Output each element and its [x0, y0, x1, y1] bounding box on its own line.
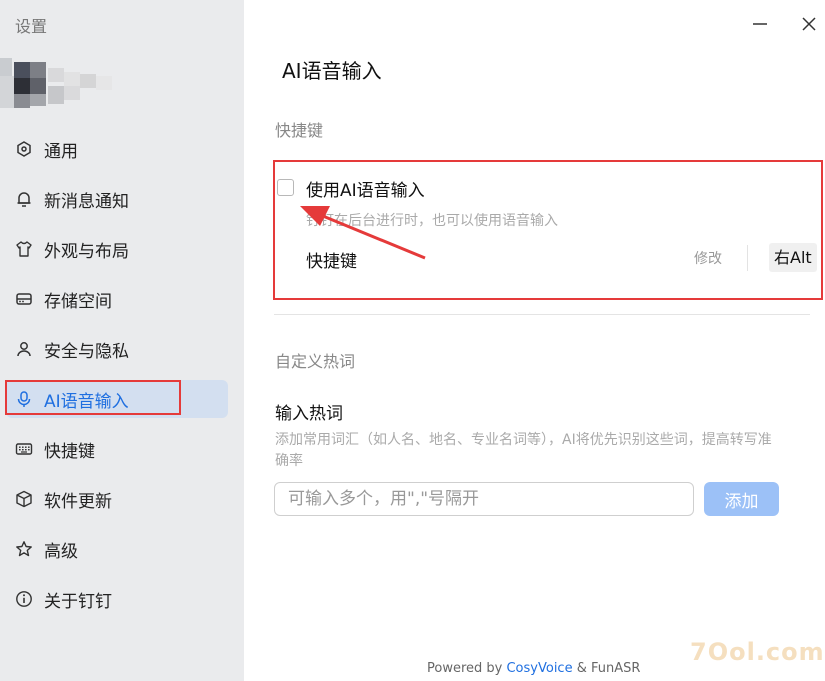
- sidebar-title: 设置: [15, 17, 48, 36]
- sidebar-item-label: 高级: [44, 541, 78, 562]
- avatar[interactable]: [0, 58, 118, 108]
- info-icon: [14, 589, 34, 609]
- shortcut-key-badge[interactable]: 右Alt: [769, 243, 817, 272]
- hotword-field-title: 输入热词: [275, 404, 343, 424]
- checkbox-label: 使用AI语音输入: [306, 181, 425, 201]
- shortcut-section-label: 快捷键: [275, 121, 324, 140]
- sidebar-item-label: 外观与布局: [44, 241, 129, 262]
- page-title: AI语音输入: [282, 59, 382, 83]
- sidebar-item-about[interactable]: 关于钉钉: [6, 580, 228, 618]
- sidebar-item-label: 存储空间: [44, 291, 112, 312]
- sidebar-item-label: 快捷键: [44, 441, 95, 462]
- hotword-section-label: 自定义热词: [275, 352, 356, 371]
- user-icon: [14, 339, 34, 359]
- general-icon: [14, 139, 34, 159]
- close-icon[interactable]: [799, 14, 819, 34]
- footer-credit: Powered by CosyVoice & FunASR: [427, 661, 640, 676]
- storage-icon: [14, 289, 34, 309]
- hotword-description: 添加常用词汇（如人名、地名、专业名词等），AI将优先识别这些词，提高转写准确率: [275, 432, 772, 469]
- shortcut-label: 快捷键: [306, 252, 357, 272]
- shirt-icon: [14, 239, 34, 259]
- star-icon: [14, 539, 34, 559]
- sidebar-item-storage[interactable]: 存储空间: [6, 280, 228, 318]
- sidebar-item-advanced[interactable]: 高级: [6, 530, 228, 568]
- package-icon: [14, 489, 34, 509]
- watermark: 7Ool.com: [690, 638, 825, 666]
- bell-icon: [14, 189, 34, 209]
- footer-suffix: & FunASR: [572, 661, 641, 676]
- sidebar-item-label: 关于钉钉: [44, 591, 112, 612]
- sidebar-item-appearance[interactable]: 外观与布局: [6, 230, 228, 268]
- keyboard-icon: [14, 439, 34, 459]
- sidebar-item-shortcuts[interactable]: 快捷键: [6, 430, 228, 468]
- enable-ai-voice-checkbox[interactable]: [277, 179, 294, 196]
- footer-brand-link[interactable]: CosyVoice: [506, 661, 572, 676]
- checkbox-description: 钉钉在后台进行时，也可以使用语音输入: [306, 213, 558, 229]
- sidebar-item-label: 安全与隐私: [44, 341, 129, 362]
- minimize-icon[interactable]: [750, 14, 770, 34]
- annotation-highlight-sidebar: [5, 380, 181, 415]
- hotword-input[interactable]: [274, 482, 694, 516]
- section-divider: [274, 314, 810, 315]
- sidebar-item-label: 新消息通知: [44, 191, 129, 212]
- divider: [747, 245, 748, 271]
- sidebar-item-general[interactable]: 通用: [6, 130, 228, 168]
- footer-prefix: Powered by: [427, 661, 507, 676]
- sidebar: 设置 通用 新消息通知 外观与布局 存储空间 安全与隐私 AI语音输入 快捷键 …: [0, 0, 244, 681]
- sidebar-item-label: 通用: [44, 141, 78, 162]
- sidebar-item-notifications[interactable]: 新消息通知: [6, 180, 228, 218]
- sidebar-item-label: 软件更新: [44, 491, 112, 512]
- add-hotword-button[interactable]: 添加: [704, 482, 779, 516]
- sidebar-item-updates[interactable]: 软件更新: [6, 480, 228, 518]
- modify-shortcut-link[interactable]: 修改: [694, 248, 722, 268]
- sidebar-item-privacy[interactable]: 安全与隐私: [6, 330, 228, 368]
